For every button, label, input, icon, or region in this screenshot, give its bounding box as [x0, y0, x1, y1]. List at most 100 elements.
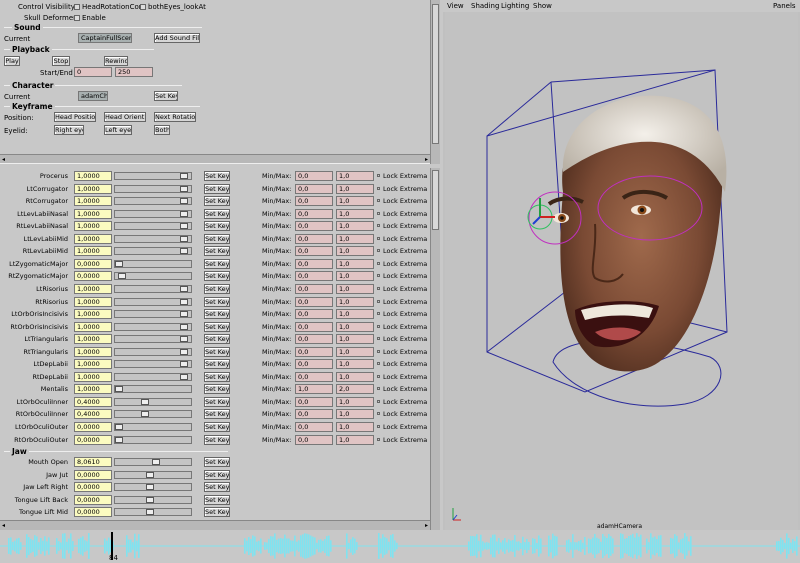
jaw-value-field[interactable]: 0,0000: [74, 494, 112, 505]
set-key-button[interactable]: Set Key: [204, 296, 230, 307]
viewport-canvas[interactable]: adamHCamera: [445, 12, 798, 530]
slider-knob[interactable]: [115, 386, 123, 393]
jaw-value-field[interactable]: 0,0000: [74, 469, 112, 480]
muscle-value-field[interactable]: 1,0000: [74, 196, 112, 207]
lock-extrema-checkbox[interactable]: [377, 425, 380, 428]
lock-extrema-checkbox[interactable]: [377, 286, 380, 290]
muscle-slider[interactable]: [114, 234, 192, 243]
menu-show[interactable]: Show: [533, 2, 552, 10]
set-key-button[interactable]: Set Key: [204, 321, 230, 332]
muscle-slider[interactable]: [114, 322, 192, 331]
muscle-value-field[interactable]: 0,0000: [74, 258, 112, 269]
slider-knob[interactable]: [145, 484, 154, 490]
max-field[interactable]: 1,0: [336, 246, 374, 257]
set-key-button[interactable]: Set Key: [204, 422, 230, 432]
jaw-slider[interactable]: [114, 458, 192, 466]
min-field[interactable]: 0,0: [295, 196, 333, 207]
max-field[interactable]: 1,0: [336, 396, 374, 407]
stop-button[interactable]: Stop: [52, 56, 70, 66]
top-vertical-scrollbar[interactable]: [430, 0, 440, 164]
slider-knob[interactable]: [179, 210, 188, 217]
slider-knob[interactable]: [179, 285, 188, 292]
add-sound-file-button[interactable]: Add Sound File: [154, 33, 200, 43]
muscle-value-field[interactable]: 0,0000: [74, 271, 112, 282]
scroll-left-icon[interactable]: ◂: [2, 522, 5, 529]
slider-knob[interactable]: [145, 509, 154, 515]
sound-current-field[interactable]: CaptainFullScene: [78, 33, 132, 43]
slider-knob[interactable]: [179, 336, 188, 343]
lock-extrema-checkbox[interactable]: [377, 349, 380, 353]
muscle-slider[interactable]: [114, 197, 192, 206]
min-field[interactable]: 0,0: [295, 334, 333, 345]
slider-knob[interactable]: [179, 185, 188, 192]
muscle-slider[interactable]: [114, 310, 192, 319]
jaw-value-field[interactable]: 0,0000: [74, 482, 112, 492]
min-field[interactable]: 0,0: [295, 346, 333, 357]
muscle-value-field[interactable]: 1,0000: [74, 208, 112, 219]
max-field[interactable]: 1,0: [336, 321, 374, 332]
slider-knob[interactable]: [179, 173, 188, 179]
jaw-slider[interactable]: [114, 495, 192, 504]
min-field[interactable]: 0,0: [295, 409, 333, 420]
min-field[interactable]: 0,0: [295, 296, 333, 307]
lock-extrema-checkbox[interactable]: [377, 174, 380, 177]
max-field[interactable]: 2,0: [336, 384, 374, 395]
right-eye-button[interactable]: Right eye: [54, 125, 84, 135]
min-field[interactable]: 0,0: [295, 221, 333, 232]
muscle-value-field[interactable]: 0,0000: [74, 434, 112, 445]
muscle-value-field[interactable]: 1,0000: [74, 296, 112, 307]
scroll-left-icon[interactable]: ◂: [2, 156, 5, 163]
max-field[interactable]: 1,0: [336, 409, 374, 420]
lock-extrema-checkbox[interactable]: [377, 399, 380, 403]
set-key-button[interactable]: Set Key: [204, 507, 230, 517]
audio-timeline[interactable]: 84: [0, 530, 800, 563]
min-field[interactable]: 0,0: [295, 422, 333, 432]
slider-knob[interactable]: [179, 223, 188, 230]
max-field[interactable]: 1,0: [336, 233, 374, 244]
slider-knob[interactable]: [115, 260, 123, 267]
end-frame-field[interactable]: 250: [115, 67, 153, 77]
muscle-value-field[interactable]: 1,0000: [74, 371, 112, 382]
min-field[interactable]: 0,0: [295, 283, 333, 294]
slider-knob[interactable]: [179, 373, 188, 380]
jaw-value-field[interactable]: 0,0000: [74, 507, 112, 517]
slider-knob[interactable]: [179, 198, 188, 205]
lock-extrema-checkbox[interactable]: [377, 261, 380, 265]
character-set-key-button[interactable]: Set Key: [154, 91, 178, 101]
jaw-slider[interactable]: [114, 470, 192, 479]
rewind-button[interactable]: Rewind: [104, 56, 128, 66]
set-key-button[interactable]: Set Key: [204, 494, 230, 505]
set-key-button[interactable]: Set Key: [204, 196, 230, 207]
min-field[interactable]: 0,0: [295, 183, 333, 194]
enable-checkbox[interactable]: [74, 15, 80, 21]
head-orient-button[interactable]: Head Orient..: [104, 112, 146, 122]
max-field[interactable]: 1,0: [336, 171, 374, 181]
character-current-field[interactable]: adamChar: [78, 91, 108, 101]
head-position-button[interactable]: Head Position: [54, 112, 96, 122]
max-field[interactable]: 1,0: [336, 196, 374, 207]
muscle-value-field[interactable]: 1,0000: [74, 309, 112, 320]
muscle-slider[interactable]: [114, 209, 192, 218]
set-key-button[interactable]: Set Key: [204, 346, 230, 357]
muscle-slider[interactable]: [114, 247, 192, 256]
max-field[interactable]: 1,0: [336, 271, 374, 282]
lock-extrema-checkbox[interactable]: [377, 224, 380, 228]
menu-shading[interactable]: Shading: [471, 2, 499, 10]
slider-knob[interactable]: [179, 298, 188, 305]
slider-knob[interactable]: [140, 398, 149, 405]
max-field[interactable]: 1,0: [336, 258, 374, 269]
max-field[interactable]: 1,0: [336, 283, 374, 294]
muscle-slider[interactable]: [114, 272, 192, 281]
lock-extrema-checkbox[interactable]: [377, 324, 380, 328]
muscle-value-field[interactable]: 1,0000: [74, 283, 112, 294]
lock-extrema-checkbox[interactable]: [377, 412, 380, 416]
bottom-horizontal-scrollbar[interactable]: ◂ ▸: [0, 520, 430, 530]
slider-knob[interactable]: [179, 248, 188, 255]
bottom-scroll-thumb[interactable]: [432, 170, 439, 230]
muscle-slider[interactable]: [114, 172, 192, 180]
lock-extrema-checkbox[interactable]: [377, 236, 380, 240]
scroll-right-icon[interactable]: ▸: [425, 522, 428, 529]
start-frame-field[interactable]: 0: [74, 67, 112, 77]
set-key-button[interactable]: Set Key: [204, 396, 230, 407]
set-key-button[interactable]: Set Key: [204, 221, 230, 232]
